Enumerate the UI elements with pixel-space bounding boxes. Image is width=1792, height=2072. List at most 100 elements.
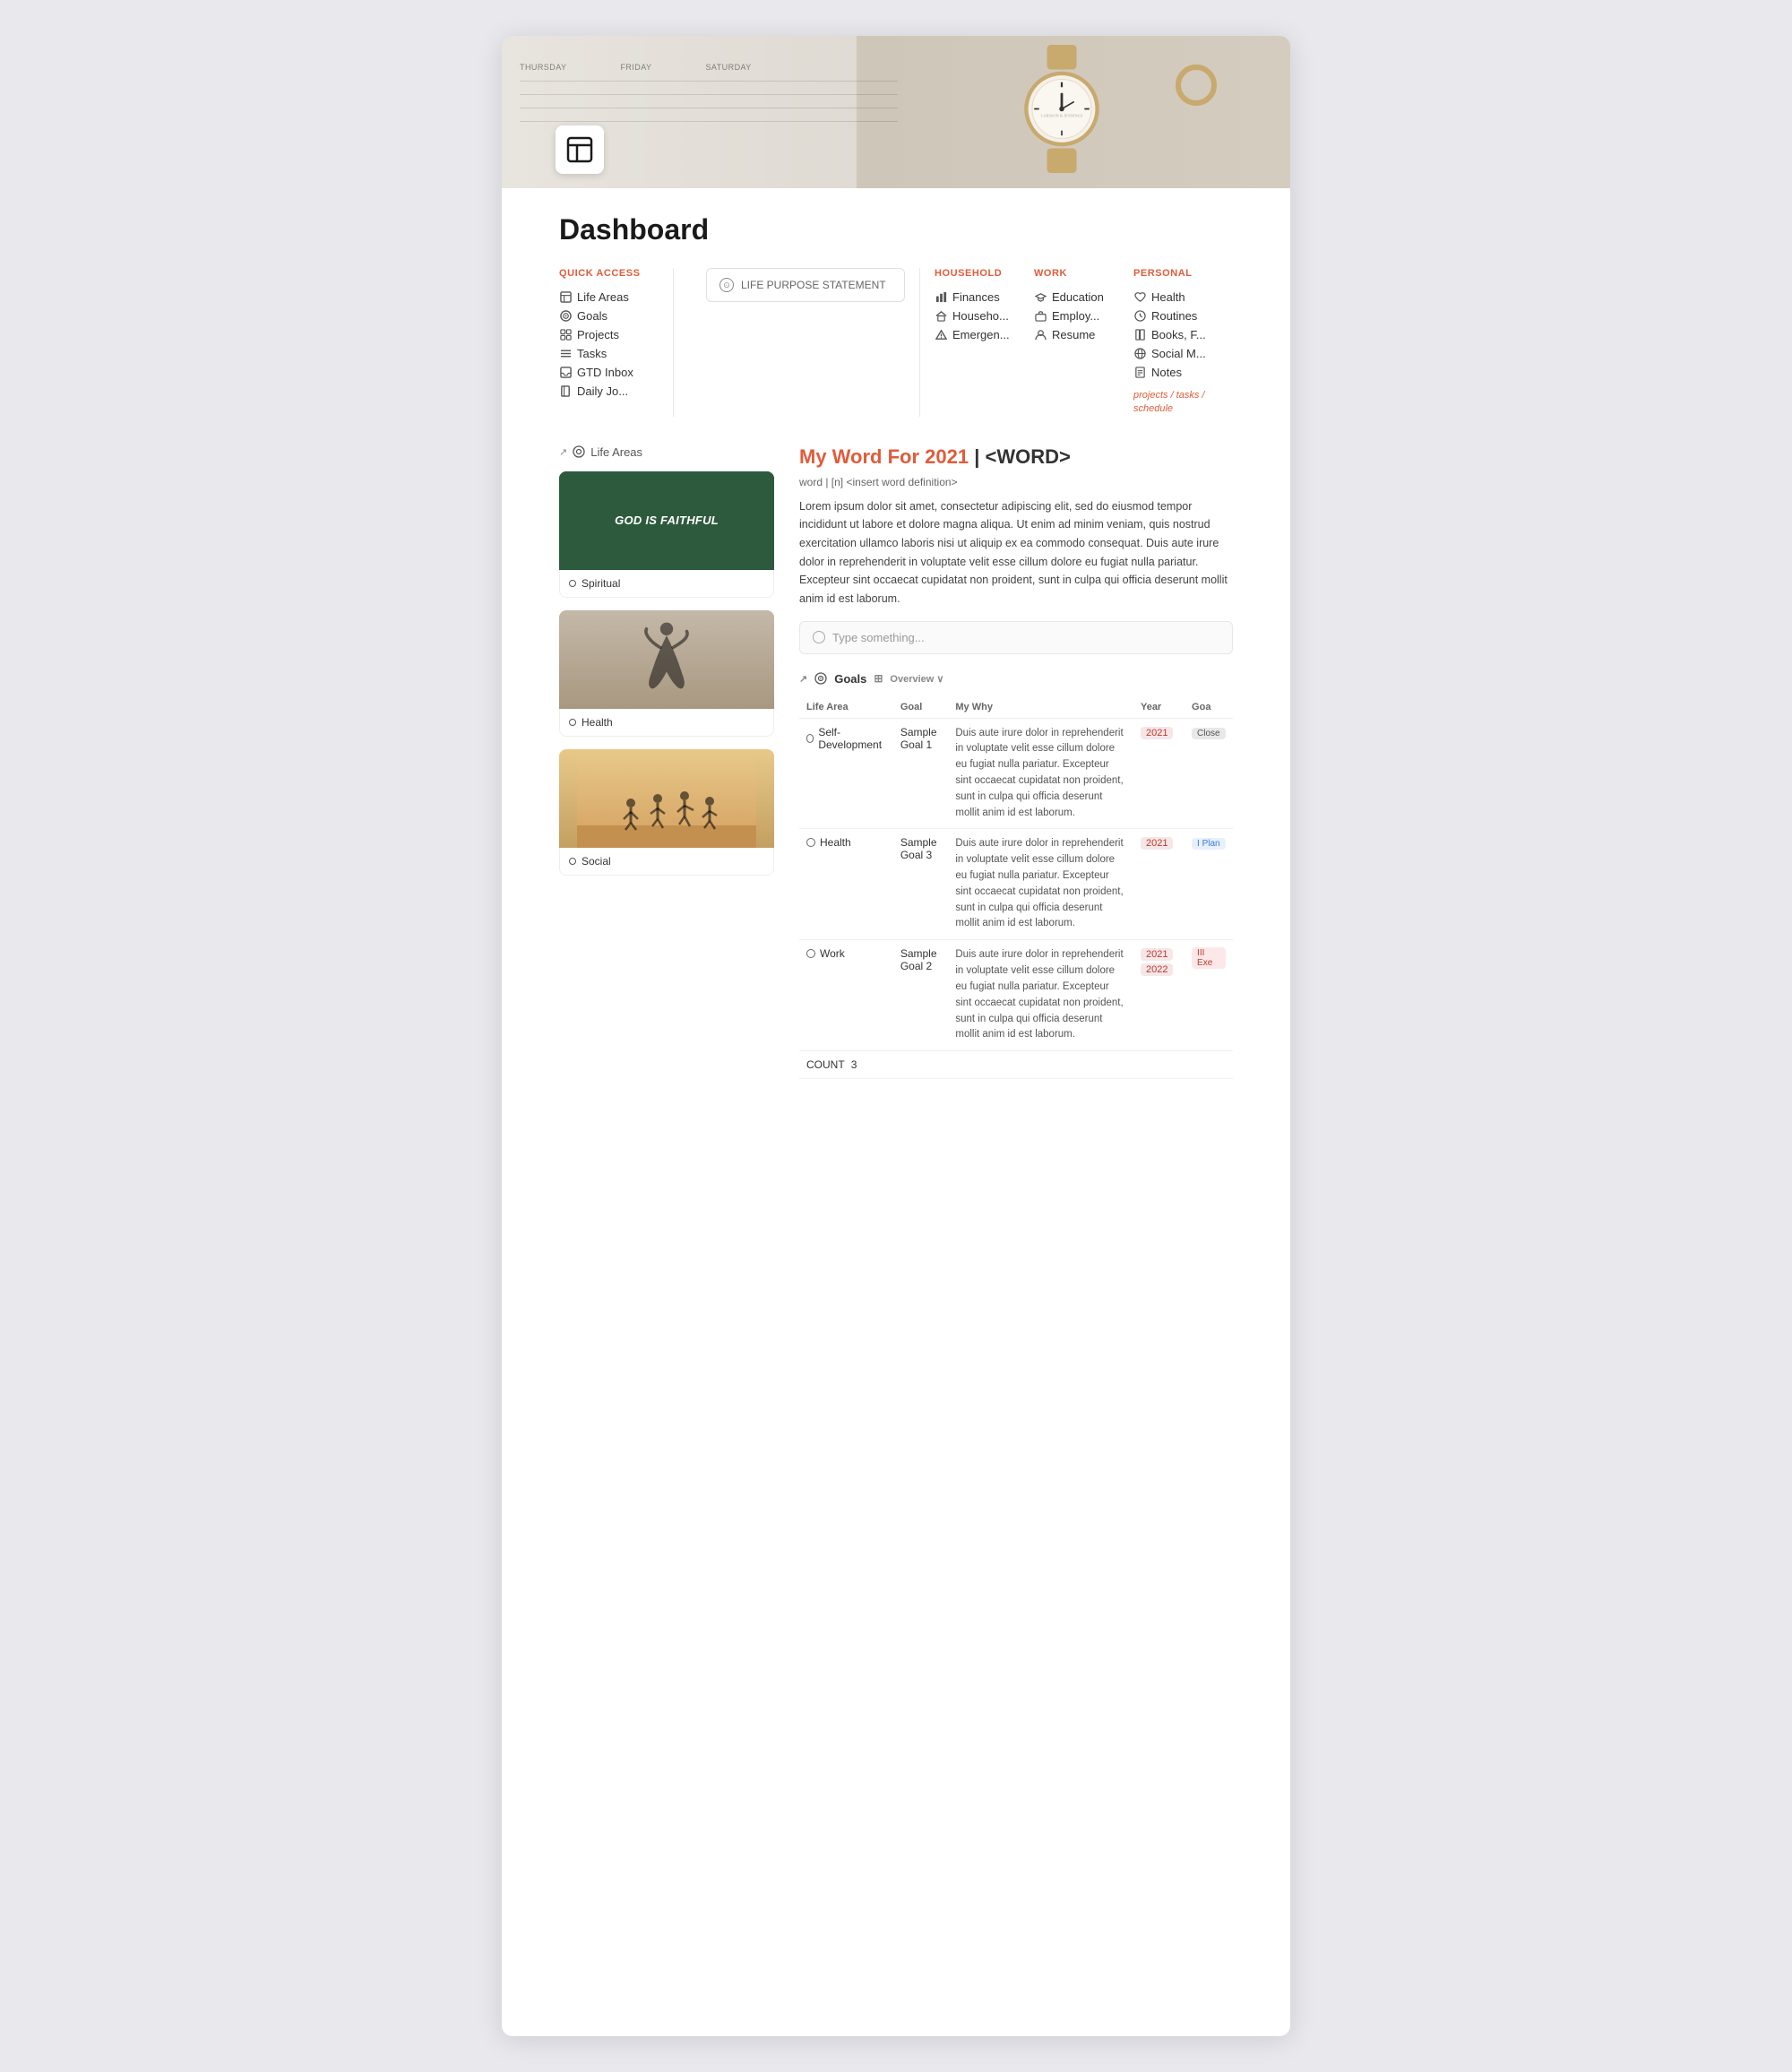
purpose-icon: ⊙ [719, 278, 734, 292]
nav-notes[interactable]: Notes [1133, 363, 1233, 382]
education-label: Education [1052, 290, 1104, 304]
nav-gtd[interactable]: GTD Inbox [559, 363, 659, 382]
social-figures-svg [577, 749, 756, 848]
life-areas-header: ↗ Life Areas [559, 445, 774, 459]
area-dot [806, 734, 814, 743]
personal-col: PERSONAL Health Routines [1133, 268, 1233, 417]
health-image [559, 610, 774, 709]
nav-tasks-label: Tasks [577, 347, 607, 360]
spiritual-card[interactable]: GOD IS FAITHFUL Spiritual [559, 471, 774, 598]
employment-label: Employ... [1052, 309, 1099, 323]
household-label: Househo... [952, 309, 1009, 323]
word-title-template: | <WORD> [969, 445, 1071, 468]
status-badge: I Plan [1192, 838, 1226, 850]
life-areas-title: Life Areas [590, 445, 642, 459]
grid-icon [559, 329, 572, 341]
cell-status: Close [1185, 718, 1233, 829]
col-goa: Goa [1185, 696, 1233, 719]
cell-life-area: Self-Development [799, 718, 893, 829]
expand-icon[interactable]: ↗ [559, 446, 567, 458]
year-badge: 2021 [1141, 727, 1173, 739]
health-card[interactable]: Health [559, 610, 774, 737]
health-label: Health [559, 709, 774, 737]
nav-health[interactable]: Health [1133, 288, 1233, 306]
nav-goals-label: Goals [577, 309, 607, 323]
goals-header: ↗ Goals ⊞ Overview ∨ [799, 672, 1233, 686]
nav-household[interactable]: Househo... [935, 306, 1034, 325]
word-input[interactable]: Type something... [799, 621, 1233, 654]
nav-social[interactable]: Social M... [1133, 344, 1233, 363]
nav-employment[interactable]: Employ... [1034, 306, 1133, 325]
input-placeholder: Type something... [832, 631, 925, 644]
cell-status: III Exe [1185, 940, 1233, 1051]
table-row: HealthSample Goal 3Duis aute irure dolor… [799, 829, 1233, 940]
two-col-layout: ↗ Life Areas GOD IS FAITHFUL Spiritual [559, 445, 1233, 1079]
status-badge: Close [1192, 728, 1226, 739]
list-icon [559, 348, 572, 360]
purpose-box[interactable]: ⊙ LIFE PURPOSE STATEMENT [706, 268, 905, 302]
area-name: Self-Development [818, 726, 885, 751]
year-badge: 2021 [1141, 837, 1173, 850]
nav-education[interactable]: Education [1034, 288, 1133, 306]
nav-tasks[interactable]: Tasks [559, 344, 659, 363]
clock-icon [813, 631, 825, 643]
goals-overview-badge[interactable]: Overview ∨ [890, 673, 943, 685]
cell-year: 2021 [1133, 829, 1185, 940]
spiritual-label: Spiritual [559, 570, 774, 598]
health-label: Health [1151, 290, 1185, 304]
personal-links[interactable]: projects / tasks / schedule [1133, 389, 1233, 417]
main-content: Dashboard QUICK ACCESS Life Areas Goals [502, 188, 1290, 1133]
heart-icon [1133, 291, 1146, 304]
globe-icon [1133, 348, 1146, 360]
cell-goal[interactable]: Sample Goal 3 [893, 829, 949, 940]
area-name: Work [820, 947, 845, 960]
spiritual-overlay-text: GOD IS FAITHFUL [615, 512, 719, 530]
nav-projects[interactable]: Projects [559, 325, 659, 344]
goals-expand-icon[interactable]: ↗ [799, 673, 807, 685]
cell-status: I Plan [1185, 829, 1233, 940]
nav-emergency[interactable]: Emergen... [935, 325, 1034, 344]
count-value: 3 [851, 1058, 857, 1071]
nav-gtd-label: GTD Inbox [577, 366, 633, 379]
goals-label: Goals [834, 672, 866, 686]
word-body: Lorem ipsum dolor sit amet, consectetur … [799, 497, 1233, 609]
nav-finances[interactable]: Finances [935, 288, 1034, 306]
hero-banner: Thursday Friday Saturday [502, 36, 1290, 188]
nav-resume[interactable]: Resume [1034, 325, 1133, 344]
spiritual-text: Spiritual [582, 577, 620, 590]
nav-daily[interactable]: Daily Jo... [559, 382, 659, 401]
word-definition: word | [n] <insert word definition> [799, 476, 1233, 488]
cal-day-sat: Saturday [705, 63, 751, 72]
nav-life-areas[interactable]: Life Areas [559, 288, 659, 306]
spiritual-image: GOD IS FAITHFUL [559, 471, 774, 570]
goals-icon [814, 672, 827, 685]
nav-routines[interactable]: Routines [1133, 306, 1233, 325]
social-card[interactable]: Social [559, 749, 774, 876]
year-badge: 2022 [1141, 963, 1173, 976]
goals-table-icon: ⊞ [874, 672, 883, 685]
layers-icon [559, 291, 572, 304]
nav-goals[interactable]: Goals [559, 306, 659, 325]
cal-day-fri: Friday [620, 63, 651, 72]
hero-calendar: Thursday Friday Saturday [520, 63, 898, 134]
cell-why: Duis aute irure dolor in reprehenderit i… [948, 940, 1133, 1051]
nav-books[interactable]: Books, F... [1133, 325, 1233, 344]
briefcase-icon [1034, 310, 1047, 323]
count-label: COUNT [806, 1058, 844, 1071]
cell-goal[interactable]: Sample Goal 2 [893, 940, 949, 1051]
cell-goal[interactable]: Sample Goal 1 [893, 718, 949, 829]
nav-divider-1 [673, 268, 674, 417]
health-text: Health [582, 716, 613, 729]
books-icon [1133, 329, 1146, 341]
goals-table: Life Area Goal My Why Year [799, 696, 1233, 1080]
word-section: My Word For 2021 | <WORD> word | [n] <in… [799, 445, 1233, 654]
cell-why: Duis aute irure dolor in reprehenderit i… [948, 718, 1133, 829]
yoga-figure [640, 619, 694, 700]
social-label: Social M... [1151, 347, 1206, 360]
health-dot [569, 719, 576, 726]
col-life-area: Life Area [799, 696, 893, 719]
cell-year: 20212022 [1133, 940, 1185, 1051]
nav-daily-label: Daily Jo... [577, 384, 628, 398]
hero-ring [1174, 63, 1219, 112]
household-title: HOUSEHOLD [935, 268, 1034, 279]
